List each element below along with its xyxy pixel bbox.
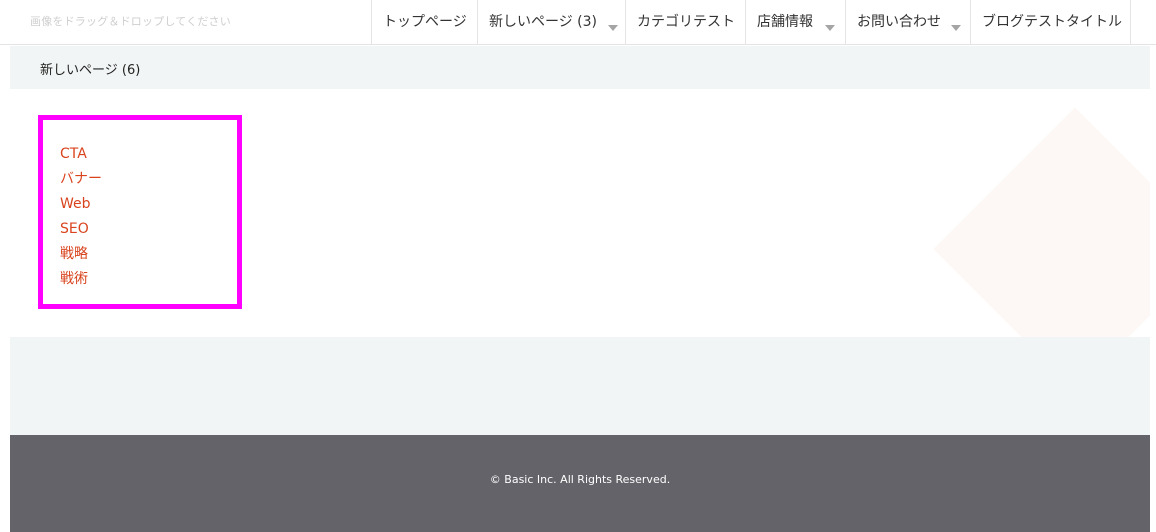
- list-item: 戦略: [60, 240, 102, 265]
- global-nav: トップページ 新しいページ (3) カテゴリテスト 店舗情報 お問い合わせ ブロ…: [371, 0, 1131, 44]
- nav-item-blog-test-title[interactable]: ブログテストタイトル: [971, 0, 1131, 44]
- copyright-text: © Basic Inc. All Rights Reserved.: [489, 473, 671, 486]
- chevron-down-icon: [608, 25, 618, 31]
- tag-link-strategy[interactable]: 戦略: [60, 246, 88, 262]
- nav-item-contact[interactable]: お問い合わせ: [846, 0, 971, 44]
- tag-list: CTA バナー Web SEO 戦略 戦術: [60, 140, 102, 290]
- list-item: Web: [60, 190, 102, 215]
- nav-item-label: 店舗情報: [757, 14, 813, 30]
- tag-link-banner[interactable]: バナー: [60, 171, 102, 187]
- tag-link-cta[interactable]: CTA: [60, 146, 87, 162]
- nav-item-top[interactable]: トップページ: [372, 0, 478, 44]
- chevron-down-icon: [951, 25, 961, 31]
- nav-item-store-info[interactable]: 店舗情報: [746, 0, 846, 44]
- nav-item-label: ブログテストタイトル: [982, 14, 1122, 30]
- breadcrumb-current: 新しいページ (6): [40, 63, 141, 78]
- site-footer: © Basic Inc. All Rights Reserved.: [10, 435, 1150, 532]
- decorative-diamond: [933, 107, 1150, 337]
- chevron-down-icon: [825, 25, 835, 31]
- nav-item-label: お問い合わせ: [857, 14, 941, 30]
- tag-link-web[interactable]: Web: [60, 196, 91, 212]
- list-item: バナー: [60, 165, 102, 190]
- nav-item-category-test[interactable]: カテゴリテスト: [626, 0, 746, 44]
- main-content: CTA バナー Web SEO 戦略 戦術: [10, 89, 1150, 337]
- nav-item-label: 新しいページ (3): [489, 14, 598, 30]
- list-item: SEO: [60, 215, 102, 240]
- list-item: 戦術: [60, 265, 102, 290]
- site-header: 画像をドラッグ＆ドロップしてください トップページ 新しいページ (3) カテゴ…: [0, 0, 1156, 45]
- nav-item-label: トップページ: [383, 14, 467, 30]
- tag-link-tactics[interactable]: 戦術: [60, 271, 88, 287]
- logo-placeholder[interactable]: 画像をドラッグ＆ドロップしてください: [30, 13, 231, 29]
- nav-item-label: カテゴリテスト: [637, 14, 735, 30]
- breadcrumb: 新しいページ (6): [10, 46, 1150, 89]
- list-item: CTA: [60, 140, 102, 165]
- nav-item-new-page[interactable]: 新しいページ (3): [478, 0, 626, 44]
- page: 画像をドラッグ＆ドロップしてください トップページ 新しいページ (3) カテゴ…: [0, 0, 1156, 532]
- gray-section: [10, 337, 1150, 435]
- tag-list-box: CTA バナー Web SEO 戦略 戦術: [38, 115, 242, 309]
- tag-link-seo[interactable]: SEO: [60, 221, 89, 237]
